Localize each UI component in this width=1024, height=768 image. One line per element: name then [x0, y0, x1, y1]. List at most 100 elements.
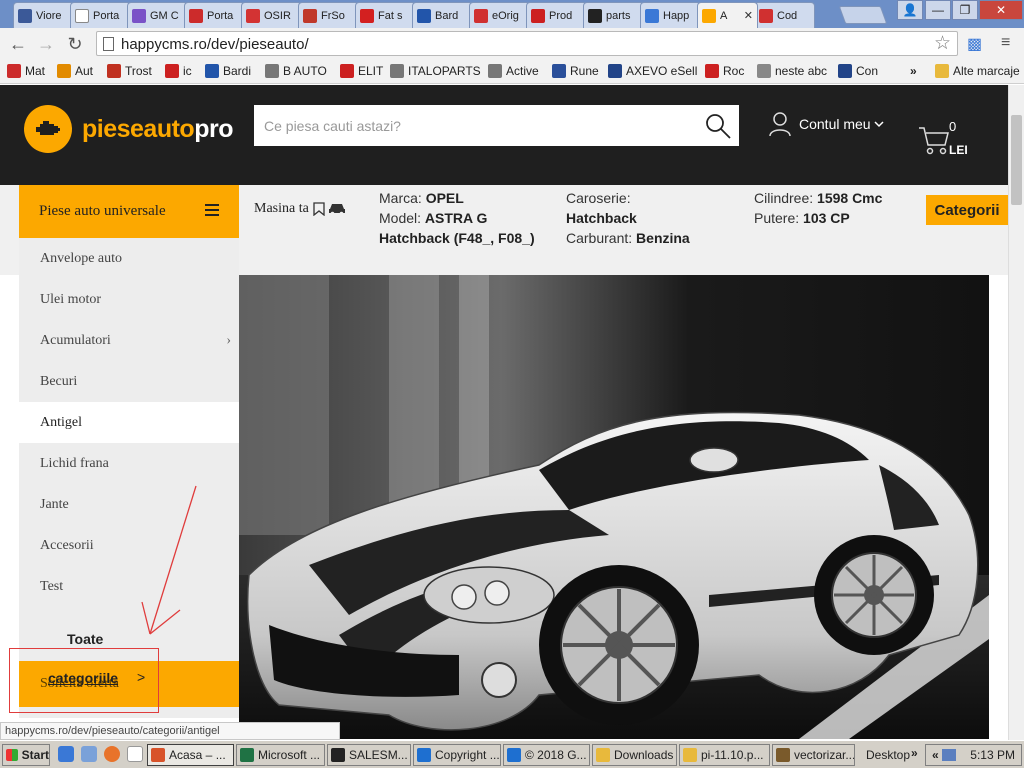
taskbar-task[interactable]: SALESM...: [327, 744, 411, 766]
category-item[interactable]: Antigel: [19, 402, 239, 443]
bookmark-item[interactable]: Trost: [107, 64, 152, 78]
browser-tab-label: Bard: [435, 9, 459, 22]
category-item[interactable]: Ulei motor: [19, 279, 239, 320]
user-profile-icon[interactable]: 👤: [897, 0, 923, 20]
page-scrollbar[interactable]: [1008, 85, 1024, 740]
browser-tab[interactable]: FrSo: [298, 2, 359, 28]
bookmark-item[interactable]: Con: [838, 64, 878, 78]
browser-tab[interactable]: eOrig: [469, 2, 530, 28]
bookmark-item[interactable]: AXEVO eSell: [608, 64, 697, 78]
browser-tab[interactable]: GM C: [127, 2, 188, 28]
category-item[interactable]: Acumulatori ›: [19, 320, 239, 361]
elit-icon: [531, 8, 545, 23]
quicklaunch-desktop-icon[interactable]: [81, 746, 97, 762]
address-bar[interactable]: happycms.ro/dev/pieseauto/ ☆: [96, 31, 958, 56]
bookmark-label: Trost: [125, 64, 152, 78]
browser-tab-label: A: [720, 9, 728, 22]
taskbar-more-icon[interactable]: »: [911, 746, 918, 760]
back-button[interactable]: ←: [6, 32, 30, 56]
browser-tab[interactable]: OSIR: [241, 2, 302, 28]
hero-banner: [239, 275, 989, 739]
sports-car-image: [239, 275, 989, 739]
browser-tab[interactable]: parts: [583, 2, 644, 28]
category-label: Test: [40, 578, 64, 594]
browser-tab[interactable]: Porta: [70, 2, 131, 28]
category-item[interactable]: Jante: [19, 484, 239, 525]
taskbar-task[interactable]: Copyright ...: [413, 744, 501, 766]
category-label: Becuri: [40, 373, 78, 389]
bookmark-label: ic: [183, 64, 192, 78]
new-tab-button[interactable]: [838, 6, 888, 24]
engine-icon: [24, 105, 72, 153]
task-label: Microsoft ...: [258, 748, 321, 762]
category-item[interactable]: Accesorii: [19, 525, 239, 566]
browser-tab-label: Prod: [549, 9, 573, 22]
other-bookmarks-folder[interactable]: Alte marcaje: [935, 64, 1020, 78]
browser-tab[interactable]: Bard: [412, 2, 473, 28]
search-input[interactable]: [254, 105, 694, 146]
browser-tab[interactable]: Viore: [13, 2, 74, 28]
taskbar-task[interactable]: Acasa – ...: [147, 744, 234, 766]
bookmark-item[interactable]: Mat: [7, 64, 45, 78]
account-menu[interactable]: Contul meu: [768, 111, 884, 137]
category-item[interactable]: Anvelope auto: [19, 238, 239, 279]
cart-button[interactable]: 0 LEI: [918, 113, 988, 163]
category-item[interactable]: Lichid frana: [19, 443, 239, 484]
quicklaunch-explorer-icon[interactable]: [127, 746, 143, 762]
bookmark-item[interactable]: Rune: [552, 64, 599, 78]
category-item[interactable]: Test: [19, 566, 239, 607]
browser-tab-label: eOrig: [492, 9, 519, 22]
tray-expand-icon[interactable]: «: [926, 748, 939, 762]
bookmark-item[interactable]: ic: [165, 64, 192, 78]
categories-button[interactable]: Categorii: [926, 195, 1008, 225]
bookmark-star-icon[interactable]: ☆: [934, 32, 951, 55]
bookmark-item[interactable]: Active: [488, 64, 539, 78]
browser-tab[interactable]: Fat s: [355, 2, 416, 28]
extension-icon[interactable]: ▩: [967, 34, 982, 54]
forward-button[interactable]: →: [34, 32, 58, 56]
browser-tab[interactable]: A ✕: [697, 2, 758, 28]
bookmark-item[interactable]: ELIT: [340, 64, 383, 78]
browser-tab[interactable]: Prod: [526, 2, 587, 28]
annotation-arrow-icon: [141, 485, 197, 635]
network-icon[interactable]: [942, 749, 957, 761]
car-brand-model: Marca: OPEL Model: ASTRA G Hatchback (F4…: [379, 190, 535, 246]
taskbar-task[interactable]: © 2018 G...: [503, 744, 590, 766]
all-categories-label: Toate: [67, 631, 104, 647]
car-icon: [328, 204, 345, 216]
reload-button[interactable]: ↻: [63, 32, 87, 56]
quicklaunch-firefox-icon[interactable]: [104, 746, 120, 762]
category-item[interactable]: Becuri: [19, 361, 239, 402]
taskbar-task[interactable]: Downloads: [592, 744, 677, 766]
start-button[interactable]: Start: [2, 744, 50, 766]
bookmark-item[interactable]: B AUTO: [265, 64, 327, 78]
browser-tab[interactable]: Porta: [184, 2, 245, 28]
restore-icon[interactable]: ❐: [952, 0, 978, 20]
bookmarks-more-button[interactable]: »: [910, 64, 917, 78]
close-tab-icon[interactable]: ✕: [741, 9, 753, 22]
bookmark-item[interactable]: ITALOPARTS: [390, 64, 481, 78]
universal-parts-button[interactable]: Piese auto universale: [19, 185, 239, 238]
taskbar-task[interactable]: Microsoft ...: [236, 744, 325, 766]
bookmark-item[interactable]: Bardi: [205, 64, 251, 78]
logo-text: pieseautopro: [82, 114, 233, 143]
taskbar-task[interactable]: pi-11.10.p...: [679, 744, 770, 766]
window-close-icon[interactable]: ✕: [979, 0, 1023, 20]
task-label: SALESM...: [349, 748, 408, 762]
search-icon[interactable]: [703, 111, 733, 141]
bookmark-item[interactable]: Aut: [57, 64, 93, 78]
bookmark-item[interactable]: Roc: [705, 64, 744, 78]
minimize-icon[interactable]: —: [925, 0, 951, 20]
browser-tab[interactable]: Cod: [754, 2, 815, 28]
browser-tab[interactable]: Happ: [640, 2, 701, 28]
desktop-toolbar[interactable]: Desktop: [866, 748, 910, 762]
quicklaunch-ie-icon[interactable]: [58, 746, 74, 762]
taskbar-task[interactable]: vectorizar...: [772, 744, 855, 766]
menu-icon[interactable]: ≡: [1001, 34, 1010, 52]
category-label: Antigel: [40, 414, 82, 430]
scrollbar-thumb[interactable]: [1011, 115, 1022, 205]
eorig-icon: [474, 8, 488, 23]
site-logo[interactable]: pieseautopro: [24, 105, 233, 153]
bookmark-item[interactable]: neste abc: [757, 64, 827, 78]
my-car-link[interactable]: Masina ta: [254, 201, 346, 217]
